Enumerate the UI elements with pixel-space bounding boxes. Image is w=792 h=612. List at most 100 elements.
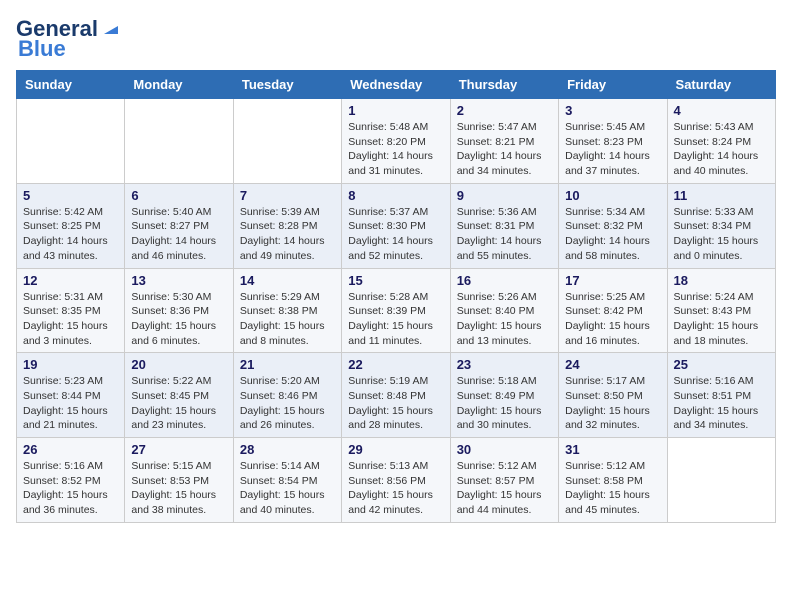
calendar-day-16: 16 Sunrise: 5:26 AM Sunset: 8:40 PM Dayli… (450, 268, 558, 353)
calendar-day-8: 8 Sunrise: 5:37 AM Sunset: 8:30 PM Daylig… (342, 183, 450, 268)
day-info: Sunrise: 5:43 AM Sunset: 8:24 PM Dayligh… (674, 120, 769, 179)
calendar-day-21: 21 Sunrise: 5:20 AM Sunset: 8:46 PM Dayli… (233, 353, 341, 438)
page-header: General Blue (16, 16, 776, 62)
calendar-day-14: 14 Sunrise: 5:29 AM Sunset: 8:38 PM Dayli… (233, 268, 341, 353)
calendar-week-3: 12 Sunrise: 5:31 AM Sunset: 8:35 PM Dayli… (17, 268, 776, 353)
day-info: Sunrise: 5:26 AM Sunset: 8:40 PM Dayligh… (457, 290, 552, 349)
day-number: 1 (348, 103, 443, 118)
day-number: 4 (674, 103, 769, 118)
calendar-week-2: 5 Sunrise: 5:42 AM Sunset: 8:25 PM Daylig… (17, 183, 776, 268)
calendar-empty-cell (667, 438, 775, 523)
logo-icon (100, 16, 122, 38)
day-number: 10 (565, 188, 660, 203)
calendar-day-22: 22 Sunrise: 5:19 AM Sunset: 8:48 PM Dayli… (342, 353, 450, 438)
calendar-day-31: 31Sunrise: 5:12 AM Sunset: 8:58 PM Dayli… (559, 438, 667, 523)
weekday-header-thursday: Thursday (450, 71, 558, 99)
day-info: Sunrise: 5:23 AM Sunset: 8:44 PM Dayligh… (23, 374, 118, 433)
day-number: 3 (565, 103, 660, 118)
calendar-day-28: 28Sunrise: 5:14 AM Sunset: 8:54 PM Dayli… (233, 438, 341, 523)
day-number: 11 (674, 188, 769, 203)
day-number: 7 (240, 188, 335, 203)
day-info: Sunrise: 5:42 AM Sunset: 8:25 PM Dayligh… (23, 205, 118, 264)
day-info: Sunrise: 5:19 AM Sunset: 8:48 PM Dayligh… (348, 374, 443, 433)
day-number: 18 (674, 273, 769, 288)
day-number: 2 (457, 103, 552, 118)
day-number: 27 (131, 442, 226, 457)
calendar-day-20: 20 Sunrise: 5:22 AM Sunset: 8:45 PM Dayli… (125, 353, 233, 438)
day-info: Sunrise: 5:30 AM Sunset: 8:36 PM Dayligh… (131, 290, 226, 349)
day-info: Sunrise: 5:14 AM Sunset: 8:54 PM Dayligh… (240, 459, 335, 518)
day-info: Sunrise: 5:13 AM Sunset: 8:56 PM Dayligh… (348, 459, 443, 518)
weekday-header-friday: Friday (559, 71, 667, 99)
day-number: 15 (348, 273, 443, 288)
day-number: 21 (240, 357, 335, 372)
calendar-day-2: 2 Sunrise: 5:47 AM Sunset: 8:21 PM Daylig… (450, 99, 558, 184)
day-info: Sunrise: 5:28 AM Sunset: 8:39 PM Dayligh… (348, 290, 443, 349)
day-info: Sunrise: 5:17 AM Sunset: 8:50 PM Dayligh… (565, 374, 660, 433)
day-info: Sunrise: 5:47 AM Sunset: 8:21 PM Dayligh… (457, 120, 552, 179)
day-number: 20 (131, 357, 226, 372)
calendar-day-25: 25 Sunrise: 5:16 AM Sunset: 8:51 PM Dayli… (667, 353, 775, 438)
calendar-day-27: 27Sunrise: 5:15 AM Sunset: 8:53 PM Dayli… (125, 438, 233, 523)
calendar-table: SundayMondayTuesdayWednesdayThursdayFrid… (16, 70, 776, 523)
calendar-day-26: 26Sunrise: 5:16 AM Sunset: 8:52 PM Dayli… (17, 438, 125, 523)
day-number: 31 (565, 442, 660, 457)
day-info: Sunrise: 5:12 AM Sunset: 8:57 PM Dayligh… (457, 459, 552, 518)
day-number: 25 (674, 357, 769, 372)
day-info: Sunrise: 5:39 AM Sunset: 8:28 PM Dayligh… (240, 205, 335, 264)
calendar-day-10: 10 Sunrise: 5:34 AM Sunset: 8:32 PM Dayli… (559, 183, 667, 268)
calendar-day-11: 11 Sunrise: 5:33 AM Sunset: 8:34 PM Dayli… (667, 183, 775, 268)
calendar-day-4: 4 Sunrise: 5:43 AM Sunset: 8:24 PM Daylig… (667, 99, 775, 184)
day-number: 5 (23, 188, 118, 203)
calendar-day-6: 6 Sunrise: 5:40 AM Sunset: 8:27 PM Daylig… (125, 183, 233, 268)
day-info: Sunrise: 5:20 AM Sunset: 8:46 PM Dayligh… (240, 374, 335, 433)
calendar-week-5: 26Sunrise: 5:16 AM Sunset: 8:52 PM Dayli… (17, 438, 776, 523)
calendar-empty-cell (17, 99, 125, 184)
calendar-day-29: 29 Sunrise: 5:13 AM Sunset: 8:56 PM Dayli… (342, 438, 450, 523)
day-number: 30 (457, 442, 552, 457)
day-info: Sunrise: 5:29 AM Sunset: 8:38 PM Dayligh… (240, 290, 335, 349)
calendar-day-15: 15 Sunrise: 5:28 AM Sunset: 8:39 PM Dayli… (342, 268, 450, 353)
day-info: Sunrise: 5:16 AM Sunset: 8:51 PM Dayligh… (674, 374, 769, 433)
day-number: 23 (457, 357, 552, 372)
day-info: Sunrise: 5:48 AM Sunset: 8:20 PM Dayligh… (348, 120, 443, 179)
calendar-week-1: 1 Sunrise: 5:48 AM Sunset: 8:20 PM Daylig… (17, 99, 776, 184)
day-number: 29 (348, 442, 443, 457)
day-number: 6 (131, 188, 226, 203)
calendar-day-5: 5 Sunrise: 5:42 AM Sunset: 8:25 PM Daylig… (17, 183, 125, 268)
day-number: 9 (457, 188, 552, 203)
day-info: Sunrise: 5:33 AM Sunset: 8:34 PM Dayligh… (674, 205, 769, 264)
day-info: Sunrise: 5:40 AM Sunset: 8:27 PM Dayligh… (131, 205, 226, 264)
calendar-day-23: 23 Sunrise: 5:18 AM Sunset: 8:49 PM Dayli… (450, 353, 558, 438)
day-info: Sunrise: 5:24 AM Sunset: 8:43 PM Dayligh… (674, 290, 769, 349)
calendar-day-17: 17Sunrise: 5:25 AM Sunset: 8:42 PM Dayli… (559, 268, 667, 353)
day-number: 22 (348, 357, 443, 372)
calendar-empty-cell (233, 99, 341, 184)
day-number: 19 (23, 357, 118, 372)
day-number: 13 (131, 273, 226, 288)
calendar-empty-cell (125, 99, 233, 184)
day-info: Sunrise: 5:34 AM Sunset: 8:32 PM Dayligh… (565, 205, 660, 264)
day-info: Sunrise: 5:31 AM Sunset: 8:35 PM Dayligh… (23, 290, 118, 349)
day-number: 17 (565, 273, 660, 288)
weekday-header-sunday: Sunday (17, 71, 125, 99)
day-info: Sunrise: 5:37 AM Sunset: 8:30 PM Dayligh… (348, 205, 443, 264)
calendar-week-4: 19 Sunrise: 5:23 AM Sunset: 8:44 PM Dayli… (17, 353, 776, 438)
calendar-day-24: 24Sunrise: 5:17 AM Sunset: 8:50 PM Dayli… (559, 353, 667, 438)
day-number: 16 (457, 273, 552, 288)
calendar-day-13: 13 Sunrise: 5:30 AM Sunset: 8:36 PM Dayli… (125, 268, 233, 353)
day-number: 8 (348, 188, 443, 203)
weekday-header-wednesday: Wednesday (342, 71, 450, 99)
calendar-day-30: 30 Sunrise: 5:12 AM Sunset: 8:57 PM Dayli… (450, 438, 558, 523)
day-info: Sunrise: 5:36 AM Sunset: 8:31 PM Dayligh… (457, 205, 552, 264)
day-number: 12 (23, 273, 118, 288)
calendar-day-7: 7 Sunrise: 5:39 AM Sunset: 8:28 PM Daylig… (233, 183, 341, 268)
day-info: Sunrise: 5:18 AM Sunset: 8:49 PM Dayligh… (457, 374, 552, 433)
day-info: Sunrise: 5:45 AM Sunset: 8:23 PM Dayligh… (565, 120, 660, 179)
logo: General Blue (16, 16, 122, 62)
calendar-day-18: 18 Sunrise: 5:24 AM Sunset: 8:43 PM Dayli… (667, 268, 775, 353)
weekday-header-tuesday: Tuesday (233, 71, 341, 99)
day-info: Sunrise: 5:22 AM Sunset: 8:45 PM Dayligh… (131, 374, 226, 433)
day-number: 14 (240, 273, 335, 288)
calendar-day-9: 9 Sunrise: 5:36 AM Sunset: 8:31 PM Daylig… (450, 183, 558, 268)
